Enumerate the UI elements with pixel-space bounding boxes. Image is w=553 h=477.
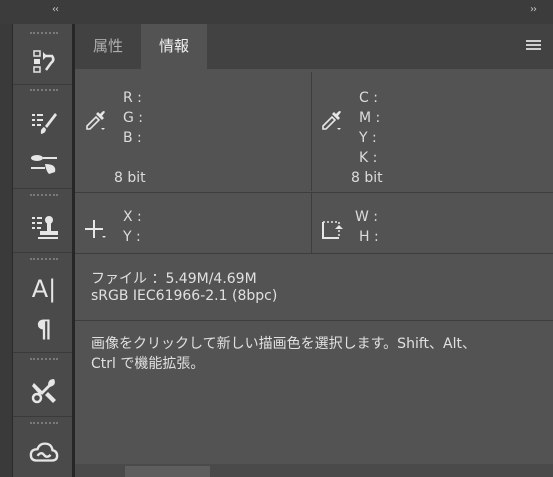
collapse-left-button[interactable]: ‹‹ <box>52 4 59 15</box>
eyedropper-cmyk-icon[interactable] <box>320 108 342 132</box>
grip-handle[interactable] <box>30 32 58 34</box>
eyedropper-rgb-icon[interactable] <box>84 108 106 132</box>
label-y: Y : <box>359 130 377 146</box>
label-k: K : <box>359 150 378 166</box>
character-icon[interactable]: A| <box>29 274 59 304</box>
help-text-line: Ctrl で機能拡張。 <box>91 356 205 372</box>
label-m: M : <box>359 110 381 126</box>
rgb-bit-depth: 8 bit <box>114 170 146 186</box>
cmyk-bit-depth: 8 bit <box>351 170 383 186</box>
tab-bar: 属性 情報 <box>75 24 553 69</box>
help-text: 画像をクリックして新しい描画色を選択します。Shift、Alt、 Ctrl で機… <box>91 334 531 374</box>
scrollbar-thumb[interactable] <box>125 466 210 477</box>
group-divider <box>13 84 74 85</box>
grip-handle[interactable] <box>30 194 58 196</box>
clone-source-icon[interactable] <box>29 212 59 242</box>
label-r: R : <box>123 90 142 106</box>
info-panel: 属性 情報 R : G : B : 8 bit C : M : Y : K : … <box>75 24 553 477</box>
panel-icon-strip: A| ¶ <box>13 24 74 477</box>
help-text-line: 画像をクリックして新しい描画色を選択します。Shift、Alt、 <box>91 336 476 352</box>
grip-handle[interactable] <box>30 358 58 360</box>
group-divider <box>13 188 74 189</box>
label-h: H : <box>359 229 379 245</box>
section-divider <box>311 193 312 253</box>
panel-menu-icon[interactable] <box>526 40 541 52</box>
file-size-text: ファイル ：5.49M/4.69M <box>91 271 257 287</box>
crosshair-icon[interactable] <box>84 218 106 242</box>
history-icon[interactable] <box>29 46 59 76</box>
horizontal-scrollbar[interactable] <box>75 464 553 477</box>
label-w: W : <box>355 209 379 225</box>
label-g: G : <box>123 110 144 126</box>
tab-properties[interactable]: 属性 <box>75 24 141 69</box>
group-divider <box>13 416 74 417</box>
workspace-edge <box>0 24 12 477</box>
section-divider <box>75 253 553 254</box>
collapse-right-button[interactable]: ›› <box>530 4 537 15</box>
brush-presets-icon[interactable] <box>29 150 59 180</box>
section-divider <box>75 192 553 193</box>
label-c: C : <box>359 90 378 106</box>
creative-cloud-icon[interactable] <box>29 438 59 468</box>
group-divider <box>13 252 74 253</box>
tab-info[interactable]: 情報 <box>141 24 207 69</box>
group-divider <box>13 352 74 353</box>
label-b: B : <box>123 130 142 146</box>
panel-dock-header <box>0 0 553 24</box>
selection-size-icon[interactable] <box>320 218 343 242</box>
paragraph-icon[interactable]: ¶ <box>29 314 59 344</box>
grip-handle[interactable] <box>30 258 58 260</box>
tool-presets-icon[interactable] <box>29 376 59 406</box>
color-profile-text: sRGB IEC61966-2.1 (8bpc) <box>91 288 278 304</box>
label-y-coord: Y : <box>123 229 141 245</box>
brush-settings-icon[interactable] <box>29 108 59 138</box>
grip-handle[interactable] <box>30 422 58 424</box>
section-divider <box>311 72 312 191</box>
section-divider <box>75 320 553 321</box>
grip-handle[interactable] <box>30 89 58 91</box>
label-x: X : <box>123 209 142 225</box>
